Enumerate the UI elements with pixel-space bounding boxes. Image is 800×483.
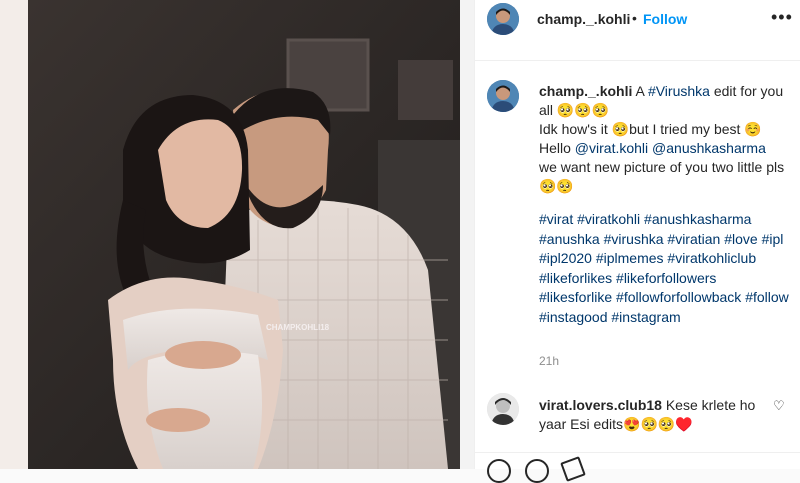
avatar-icon: [487, 393, 519, 425]
photo-left-edge: [0, 0, 28, 469]
watermark: CHAMPKOHLI18: [266, 323, 330, 332]
caption-username[interactable]: champ._.kohli: [539, 83, 632, 99]
mention-virat[interactable]: @virat.kohli: [575, 140, 648, 156]
hashtag-list[interactable]: #virat #viratkohli #anushkasharma #anush…: [539, 210, 789, 327]
post-photo[interactable]: CHAMPKOHLI18: [28, 0, 460, 469]
caption-author-avatar[interactable]: [487, 80, 519, 112]
more-horizontal-icon[interactable]: •••: [771, 7, 793, 28]
comment: virat.lovers.club18 Kese krlete ho yaar …: [539, 396, 759, 434]
couple-photo-illustration: CHAMPKOHLI18: [28, 0, 460, 469]
post-header: champ._.kohli • Follow •••: [475, 0, 800, 61]
post-timestamp[interactable]: 21h: [539, 354, 559, 368]
author-username[interactable]: champ._.kohli: [537, 11, 630, 27]
post-side-panel: champ._.kohli • Follow ••• champ._.kohli…: [474, 0, 800, 483]
post-actions-bar: [475, 452, 800, 483]
avatar-icon: [487, 3, 519, 35]
author-avatar[interactable]: [487, 3, 519, 35]
caption-text-hello: Hello: [539, 140, 575, 156]
caption-line-4: we want new picture of you two little pl…: [539, 159, 785, 194]
caption-hashtag-virushka[interactable]: #Virushka: [648, 83, 710, 99]
follow-button[interactable]: Follow: [643, 11, 687, 27]
separator-dot: •: [632, 10, 637, 26]
caption-text-a: A: [632, 83, 648, 99]
mention-anushka[interactable]: @anushkasharma: [652, 140, 766, 156]
photo-right-margin: [460, 0, 474, 469]
comment-bubble-icon[interactable]: [525, 459, 549, 483]
avatar-icon: [487, 80, 519, 112]
caption-line-2: Idk how's it 🥺but I tried my best ☺️: [539, 121, 762, 137]
post-caption: champ._.kohli A #Virushka edit for you a…: [539, 82, 789, 196]
comment-like-heart-icon[interactable]: ♡: [773, 398, 785, 414]
like-heart-icon[interactable]: [487, 459, 511, 483]
share-send-icon[interactable]: [560, 456, 586, 482]
instagram-post-window: CHAMPKOHLI18 champ._.kohli • Follow •••: [0, 0, 800, 483]
comment-username[interactable]: virat.lovers.club18: [539, 397, 662, 413]
commenter-avatar[interactable]: [487, 393, 519, 425]
